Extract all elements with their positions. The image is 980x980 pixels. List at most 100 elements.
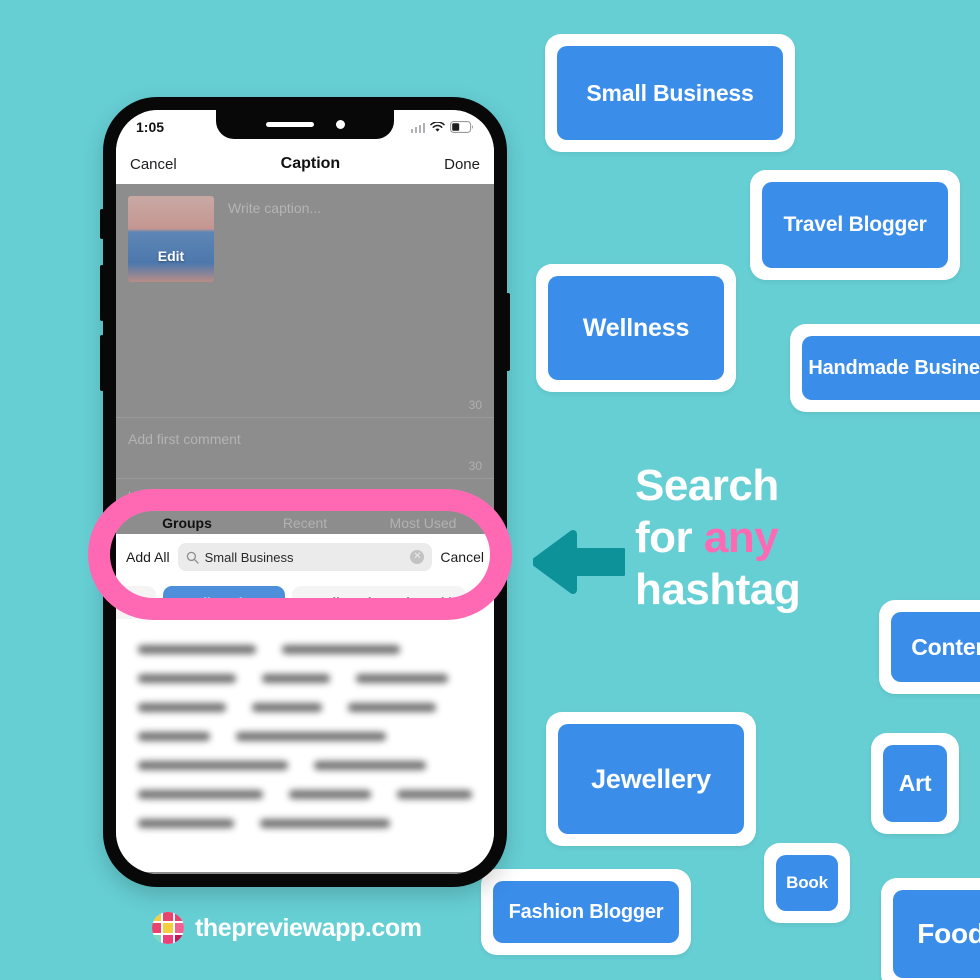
hashtag-result-row[interactable] (138, 790, 472, 799)
hashtag-result-item[interactable] (396, 790, 472, 799)
hashtag-result-item[interactable] (138, 674, 236, 683)
floating-tag-card[interactable]: Art (871, 733, 959, 834)
first-comment-input[interactable]: Add first comment (116, 418, 494, 459)
floating-tag-card[interactable]: Small Business (545, 34, 795, 152)
caption-input[interactable]: Write caption... (228, 196, 321, 282)
hashtag-result-row[interactable] (138, 645, 472, 654)
status-time: 1:05 (136, 119, 165, 135)
phone-volume-up-button (100, 265, 104, 321)
hashtag-search-modal: Add All Small Business ✕ Cancel mpreneur… (116, 534, 494, 872)
phone-notch (216, 110, 394, 139)
hashtag-tab-groups[interactable]: Groups (128, 515, 246, 531)
logo-cell (174, 923, 184, 933)
floating-tag-card[interactable]: Handmade Business (790, 324, 980, 412)
caption-char-count: 30 (468, 398, 482, 412)
phone-volume-down-button (100, 335, 104, 391)
headline-line-2-prefix: for (635, 512, 704, 562)
hashtag-result-item[interactable] (314, 761, 426, 770)
cancel-button[interactable]: Cancel (130, 156, 177, 173)
hashtag-result-item[interactable] (138, 790, 264, 799)
hashtag-result-item[interactable] (262, 674, 330, 683)
phone-screen: 1:05 Cancel Caption Done Edit Write capt… (116, 110, 494, 874)
hashtag-group-chip[interactable]: Small Business (162, 586, 286, 619)
logo-cell (163, 934, 173, 944)
logo-cell (152, 912, 162, 922)
hashtag-group-chip[interactable]: Small Business (Coach) (292, 586, 467, 619)
hashtag-result-item[interactable] (356, 674, 448, 683)
phone-mute-switch (100, 209, 104, 239)
floating-tag-label: Wellness (548, 276, 724, 380)
clear-circle-icon[interactable]: ✕ (410, 550, 425, 564)
floating-tag-label: Fashion Blogger (493, 881, 679, 943)
hashtag-result-item[interactable] (138, 703, 226, 712)
preview-grid-logo-icon (152, 912, 184, 944)
caption-input-row: Edit Write caption... (116, 184, 494, 282)
floating-tag-label: Food (893, 890, 980, 978)
thumbnail-edit-label[interactable]: Edit (128, 248, 214, 264)
floating-tag-label: Handmade Business (802, 336, 980, 400)
logo-cell (174, 912, 184, 922)
left-arrow-icon (533, 530, 625, 594)
logo-cell (152, 923, 162, 933)
floating-tag-card[interactable]: Travel Blogger (750, 170, 960, 280)
hashtag-result-item[interactable] (289, 790, 371, 799)
wifi-icon (430, 121, 445, 132)
earpiece-speaker (265, 122, 314, 127)
poster-canvas: Small Business Travel Blogger Wellness Hand… (0, 0, 980, 980)
cellular-bars-icon (410, 122, 425, 133)
search-cancel-button[interactable]: Cancel (440, 549, 484, 565)
comment-char-count: 30 (468, 459, 482, 473)
floating-tag-label: Art (883, 745, 947, 822)
brand-name: thepreviewapp.com (195, 913, 422, 942)
logo-cell (152, 934, 162, 944)
floating-tag-card[interactable]: Jewellery (546, 712, 756, 846)
hashtag-result-item[interactable] (348, 703, 436, 712)
hashtag-result-item[interactable] (138, 761, 288, 770)
results-bottom-spacer (116, 848, 494, 872)
floating-tag-label: Book (776, 855, 838, 911)
hashtag-result-item[interactable] (138, 732, 210, 741)
hashtag-group-chip[interactable]: mpreneur (116, 586, 156, 619)
headline-line-2: for any (635, 512, 965, 564)
hashtag-results-list[interactable] (116, 629, 494, 828)
floating-tag-label: Jewellery (558, 724, 744, 834)
hashtag-result-row[interactable] (138, 703, 472, 712)
add-all-button[interactable]: Add All (126, 549, 170, 565)
hashtags-section-label: HASHTAGS (128, 489, 197, 503)
search-input-value[interactable]: Small Business (205, 550, 405, 565)
hashtag-result-item[interactable] (260, 819, 390, 828)
hashtag-result-row[interactable] (138, 761, 472, 770)
floating-tag-card[interactable]: Fashion Blogger (481, 869, 691, 955)
hashtag-result-item[interactable] (138, 819, 234, 828)
hashtag-result-row[interactable] (138, 819, 472, 828)
floating-tag-label: Small Business (557, 46, 783, 140)
hashtag-tab-most-used[interactable]: Most Used (364, 515, 482, 531)
headline: Search for any hashtag (635, 460, 965, 616)
status-indicators (410, 121, 475, 133)
floating-tag-card[interactable]: Wellness (536, 264, 736, 392)
floating-tag-card[interactable]: Book (764, 843, 850, 923)
hashtag-result-item[interactable] (252, 703, 322, 712)
post-thumbnail[interactable]: Edit (128, 196, 214, 282)
headline-line-1: Search (635, 461, 779, 510)
hashtag-result-row[interactable] (138, 674, 472, 683)
hashtag-tab-recent[interactable]: Recent (246, 515, 364, 531)
magnifier-icon (186, 551, 199, 564)
hashtag-result-item[interactable] (236, 732, 386, 741)
page-title: Caption (280, 155, 341, 172)
front-camera (335, 120, 345, 129)
logo-cell (174, 934, 184, 944)
headline-line-3: hashtag (635, 564, 801, 614)
hashtag-result-item[interactable] (138, 645, 256, 654)
search-field[interactable]: Small Business ✕ (177, 543, 433, 571)
logo-cell (163, 912, 173, 922)
hashtag-result-item[interactable] (282, 645, 400, 654)
headline-accent-word: any (703, 512, 779, 562)
hashtag-result-row[interactable] (138, 732, 472, 741)
floating-tag-card[interactable]: Food (881, 878, 980, 980)
brand-footer[interactable]: thepreviewapp.com (152, 912, 422, 944)
done-button[interactable]: Done (444, 156, 480, 173)
battery-icon (450, 121, 474, 133)
phone-mockup: 1:05 Cancel Caption Done Edit Write capt… (100, 97, 510, 887)
